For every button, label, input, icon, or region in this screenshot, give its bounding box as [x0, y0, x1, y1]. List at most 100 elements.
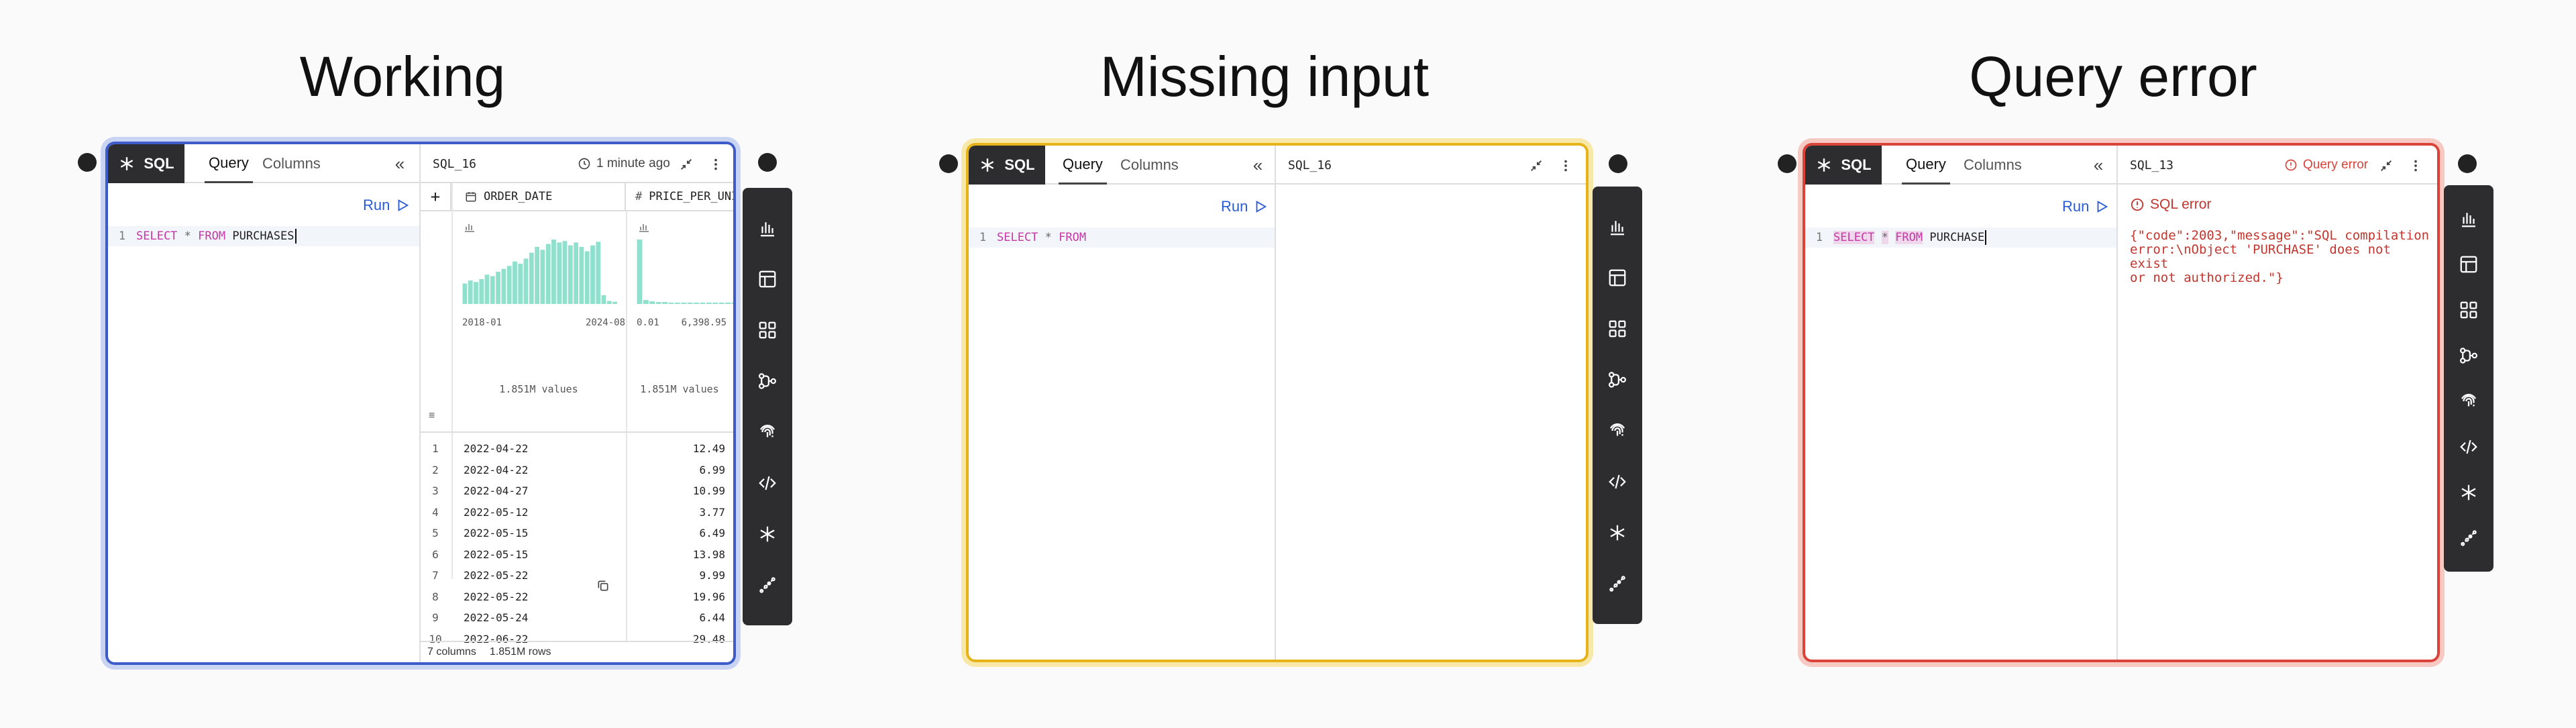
cell-order-date: 2022-05-15: [464, 548, 529, 561]
cell-name[interactable]: SQL_13: [2130, 146, 2174, 185]
scatter-line-icon: [2461, 530, 2477, 546]
title-missing-input: Missing input: [1099, 45, 1430, 108]
histogram-bar: [694, 303, 699, 304]
flow-tool-button[interactable]: [2444, 333, 2493, 378]
more-options-icon[interactable]: [1556, 156, 1575, 175]
scatter-line-tool-button[interactable]: [2444, 515, 2493, 561]
column-header-order-date[interactable]: ORDER_DATE: [451, 183, 626, 211]
asterisk-tool-button[interactable]: [743, 509, 792, 560]
asterisk-tool-button[interactable]: [2444, 470, 2493, 515]
code-tool-button[interactable]: [1593, 456, 1642, 507]
code-tool-button[interactable]: [2444, 424, 2493, 470]
hash-icon: #: [635, 190, 643, 203]
table-row[interactable]: 8 2022-05-22 19.96: [421, 586, 733, 607]
histogram-bar: [568, 245, 573, 304]
collapse-editor-icon[interactable]: «: [1248, 155, 1268, 176]
asterisk-tool-button[interactable]: [1593, 507, 1642, 558]
fingerprint-tool-button[interactable]: [743, 407, 792, 458]
fingerprint-icon: [1610, 423, 1625, 436]
histogram-max-label: 2024-08: [586, 317, 626, 328]
histogram-bar: [468, 280, 473, 304]
pane-divider[interactable]: [1275, 146, 1276, 660]
error-title-text: SQL error: [2150, 197, 2212, 212]
scatter-line-tool-button[interactable]: [1593, 558, 1642, 609]
collapse-editor-icon[interactable]: «: [2088, 155, 2108, 176]
tab-query[interactable]: Query: [1902, 146, 1950, 185]
bar-chart-tool-button[interactable]: [2444, 196, 2493, 242]
cell-order-date: 2022-05-24: [464, 611, 529, 624]
alert-circle-icon: [2285, 159, 2297, 171]
table-row[interactable]: 9 2022-05-24 6.44: [421, 607, 733, 628]
collapse-editor-icon[interactable]: «: [390, 154, 410, 174]
row-number: 4: [432, 505, 439, 519]
histogram-bar: [551, 240, 556, 304]
table-row[interactable]: 3 2022-04-27 10.99: [421, 480, 733, 501]
table-tool-button[interactable]: [1593, 252, 1642, 303]
tab-columns[interactable]: Columns: [262, 144, 321, 183]
run-button[interactable]: Run: [2062, 198, 2109, 215]
minimize-icon[interactable]: [2377, 156, 2396, 175]
sql-table-name: PURCHASE: [1929, 231, 1985, 244]
bar-chart-icon: [1611, 221, 1624, 236]
histogram-bar: [637, 240, 643, 304]
histogram-min-label: 0.01: [637, 317, 659, 328]
histogram-min-label: 2018-01: [462, 317, 502, 328]
table-row[interactable]: 7 2022-05-22 9.99: [421, 565, 733, 586]
histogram-bar: [606, 301, 612, 304]
table-row[interactable]: 4 2022-05-12 3.77: [421, 502, 733, 523]
column-header-price-per-unit[interactable]: # PRICE_PER_UNIT: [626, 183, 733, 211]
tab-columns[interactable]: Columns: [1120, 146, 1179, 185]
copy-icon[interactable]: [596, 579, 610, 592]
cell-name[interactable]: SQL_16: [1288, 146, 1332, 185]
tab-query[interactable]: Query: [205, 144, 253, 183]
run-button[interactable]: Run: [1221, 198, 1268, 215]
tab-query[interactable]: Query: [1059, 146, 1107, 185]
fingerprint-tool-button[interactable]: [2444, 378, 2493, 424]
bar-chart-small-icon: [639, 224, 649, 232]
grid-tool-button[interactable]: [2444, 287, 2493, 333]
right-connector-dot[interactable]: [2458, 154, 2477, 173]
table-icon: [2460, 256, 2477, 273]
code-editor-line[interactable]: 1 SELECT * FROM PURCHASES: [108, 226, 419, 246]
grid-tool-button[interactable]: [1593, 303, 1642, 354]
right-connector-dot[interactable]: [758, 153, 777, 172]
row-density-icon[interactable]: ≡: [429, 410, 435, 422]
more-options-icon[interactable]: [706, 155, 725, 174]
flow-tool-button[interactable]: [743, 356, 792, 407]
row-number: 7: [432, 569, 439, 582]
table-row[interactable]: 1 2022-04-22 12.49: [421, 438, 733, 459]
tab-columns[interactable]: Columns: [1964, 146, 2022, 185]
table-row[interactable]: 6 2022-05-15 13.98: [421, 544, 733, 565]
scatter-line-tool-button[interactable]: [743, 560, 792, 611]
run-button[interactable]: Run: [363, 197, 410, 214]
bar-chart-tool-button[interactable]: [743, 203, 792, 254]
histogram-bar: [579, 246, 584, 304]
play-icon: [1256, 201, 1267, 213]
table-tool-button[interactable]: [2444, 242, 2493, 287]
scatter-line-icon: [759, 577, 775, 593]
table-row[interactable]: 5 2022-05-15 6.49: [421, 523, 733, 543]
bar-chart-tool-button[interactable]: [1593, 201, 1642, 252]
asterisk-icon: [1610, 525, 1625, 541]
add-column-button[interactable]: +: [421, 183, 451, 211]
right-connector-dot[interactable]: [1609, 154, 1627, 173]
minimize-icon[interactable]: [1527, 156, 1546, 175]
left-connector-dot[interactable]: [1778, 154, 1796, 173]
grid-tool-button[interactable]: [743, 305, 792, 356]
left-connector-dot[interactable]: [939, 154, 958, 173]
code-tool-button[interactable]: [743, 458, 792, 509]
cell-order-date: 2022-04-22: [464, 463, 529, 476]
left-connector-dot[interactable]: [78, 153, 97, 172]
pane-divider[interactable]: [2116, 146, 2118, 660]
minimize-icon[interactable]: [677, 155, 696, 174]
fingerprint-tool-button[interactable]: [1593, 405, 1642, 456]
more-options-icon[interactable]: [2406, 156, 2425, 175]
table-row[interactable]: 2 2022-04-22 6.99: [421, 460, 733, 480]
table-tool-button[interactable]: [743, 254, 792, 305]
cell-name[interactable]: SQL_16: [433, 144, 476, 183]
code-editor-line[interactable]: 1 SELECT * FROM PURCHASE: [1805, 227, 2116, 248]
code-editor-line[interactable]: 1 SELECT * FROM: [969, 227, 1275, 248]
flow-tool-button[interactable]: [1593, 354, 1642, 405]
histogram-bar: [506, 266, 512, 304]
flow-icon: [759, 373, 776, 389]
